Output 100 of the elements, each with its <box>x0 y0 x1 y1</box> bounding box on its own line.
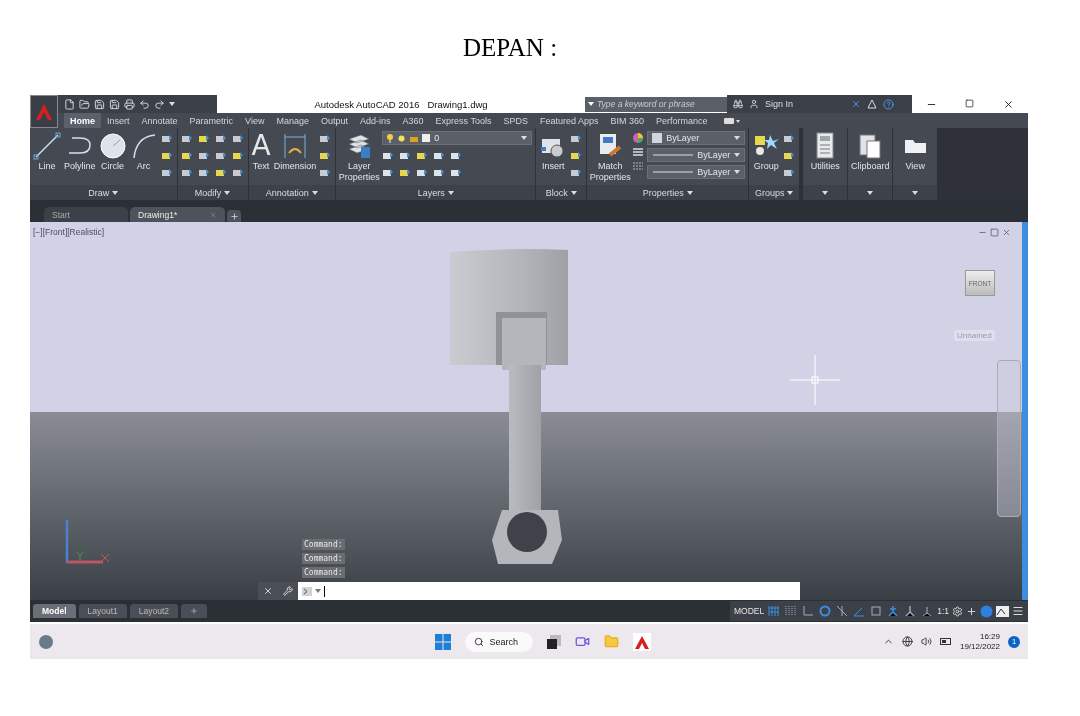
ribbon-tool-button[interactable]: View <box>901 131 930 172</box>
panel-title[interactable]: Groups <box>749 185 800 200</box>
dropdown-caret-icon[interactable] <box>867 190 874 195</box>
dropdown-caret-icon[interactable] <box>447 190 454 195</box>
ribbon-tab[interactable]: Output <box>314 113 354 128</box>
tool-icon[interactable] <box>416 167 429 179</box>
start-menu-icon[interactable] <box>435 633 452 650</box>
print-icon[interactable] <box>124 98 135 110</box>
binoculars-icon[interactable] <box>733 99 743 109</box>
tool-icon[interactable] <box>570 150 583 162</box>
clean-screen-icon[interactable] <box>996 605 1009 617</box>
grid-toggle-icon[interactable] <box>767 604 782 618</box>
ribbon-tab[interactable]: BIM 360 <box>604 113 650 128</box>
property-dropdown[interactable]: ByLayer <box>647 148 746 162</box>
tool-icon[interactable] <box>399 167 412 179</box>
tool-icon[interactable] <box>783 133 796 145</box>
ribbon-tab[interactable]: Parametric <box>183 113 240 128</box>
dropdown-caret-icon[interactable] <box>112 190 119 195</box>
new-layout-button[interactable] <box>181 604 208 618</box>
application-menu-button[interactable] <box>30 95 58 128</box>
track-toggle-icon[interactable] <box>835 604 850 618</box>
tool-icon[interactable] <box>450 150 463 162</box>
tool-icon[interactable] <box>570 133 583 145</box>
dropdown-caret-icon[interactable] <box>734 170 741 174</box>
panel-title[interactable]: Layers <box>336 185 536 200</box>
dropdown-caret-icon[interactable] <box>734 153 741 157</box>
triangle-icon[interactable] <box>867 99 877 109</box>
polar-toggle-icon[interactable] <box>818 604 833 618</box>
ortho-toggle-icon[interactable] <box>801 604 816 618</box>
ribbon-tool-button[interactable]: Dimension <box>273 131 317 172</box>
ribbon-tab[interactable]: Performance <box>650 113 714 128</box>
color-wheel-icon[interactable] <box>633 133 644 143</box>
ribbon-tool-button[interactable]: Polyline <box>64 131 96 172</box>
panel-title[interactable]: Annotation <box>248 185 336 200</box>
close-icon[interactable] <box>1002 98 1014 110</box>
expand-caret-icon[interactable] <box>588 102 594 106</box>
ribbon-tab[interactable]: Annotate <box>135 113 184 128</box>
tool-icon[interactable] <box>160 150 173 162</box>
ribbon-tab[interactable]: Express Tools <box>429 113 498 128</box>
ribbon-tool-button[interactable]: Arc <box>129 131 158 172</box>
recent-commands-caret-icon[interactable] <box>315 589 321 593</box>
network-icon[interactable] <box>901 636 913 647</box>
file-tab[interactable]: Drawing1* <box>130 207 225 222</box>
ribbon-tool-button[interactable]: Match Properties <box>590 131 631 183</box>
tool-icon[interactable] <box>433 167 446 179</box>
task-view-icon[interactable] <box>547 634 562 649</box>
tool-icon[interactable] <box>433 150 446 162</box>
dropdown-caret-icon[interactable] <box>521 136 528 140</box>
tool-icon[interactable] <box>214 150 227 162</box>
tool-icon[interactable] <box>382 167 395 179</box>
ribbon-tab[interactable]: View <box>239 113 271 128</box>
close-command-icon[interactable] <box>263 586 273 596</box>
taskbar-search-button[interactable]: Search <box>465 631 534 652</box>
dropdown-caret-icon[interactable] <box>912 190 919 195</box>
lineweight-icon[interactable] <box>633 147 644 157</box>
layout-tab[interactable]: Model <box>33 604 76 618</box>
annotation-scale-button[interactable]: 1:1 <box>937 606 949 616</box>
tool-icon[interactable] <box>160 133 173 145</box>
panel-title[interactable]: Draw <box>30 185 177 200</box>
settings-icon[interactable] <box>952 605 963 617</box>
ribbon-tool-button[interactable]: Clipboard <box>850 131 890 172</box>
tool-icon[interactable] <box>319 167 332 179</box>
plus-icon[interactable] <box>966 605 977 617</box>
save-as-icon[interactable] <box>109 98 120 110</box>
ribbon-tool-button[interactable]: Insert <box>539 131 568 172</box>
command-line-field[interactable] <box>298 582 800 600</box>
tool-icon[interactable] <box>180 150 193 162</box>
menu-icon[interactable] <box>1012 605 1024 617</box>
dropdown-caret-icon[interactable] <box>570 190 577 195</box>
dropdown-caret-icon[interactable] <box>822 190 829 195</box>
property-dropdown[interactable]: ByLayer <box>647 131 746 145</box>
snap-toggle-icon[interactable] <box>784 604 799 618</box>
tool-icon[interactable] <box>180 167 193 179</box>
tool-icon[interactable] <box>382 150 395 162</box>
ribbon-tool-button[interactable]: Layer Properties <box>339 131 380 183</box>
user-icon[interactable] <box>749 99 759 109</box>
open-folder-icon[interactable] <box>79 98 90 110</box>
tool-icon[interactable] <box>319 150 332 162</box>
dropdown-caret-icon[interactable] <box>734 136 741 140</box>
search-field[interactable]: Type a keyword or phrase <box>585 96 727 112</box>
clock[interactable]: 16:29 19/12/2022 <box>959 631 1000 652</box>
osnap3d-toggle-icon[interactable] <box>869 604 884 618</box>
tool-icon[interactable] <box>319 133 332 145</box>
ribbon-tab[interactable]: Add-ins <box>354 113 397 128</box>
tool-icon[interactable] <box>231 167 244 179</box>
panel-title[interactable]: Modify <box>177 185 248 200</box>
dropdown-caret-icon[interactable] <box>787 190 794 195</box>
tool-icon[interactable] <box>399 150 412 162</box>
undo-icon[interactable] <box>139 98 150 110</box>
property-dropdown[interactable]: ByLayer <box>647 165 746 179</box>
dropdown-caret-icon[interactable] <box>311 190 318 195</box>
file-tab[interactable]: Start <box>44 207 128 222</box>
ribbon-tab[interactable]: SPDS <box>497 113 534 128</box>
layout-tab[interactable]: Layout1 <box>78 604 127 618</box>
tool-icon[interactable] <box>197 167 210 179</box>
layout-tab[interactable]: Layout2 <box>129 604 179 618</box>
volume-icon[interactable] <box>920 636 932 647</box>
tool-icon[interactable] <box>197 150 210 162</box>
ribbon-tab[interactable]: Home <box>64 113 101 128</box>
dropdown-caret-icon[interactable] <box>686 190 693 195</box>
